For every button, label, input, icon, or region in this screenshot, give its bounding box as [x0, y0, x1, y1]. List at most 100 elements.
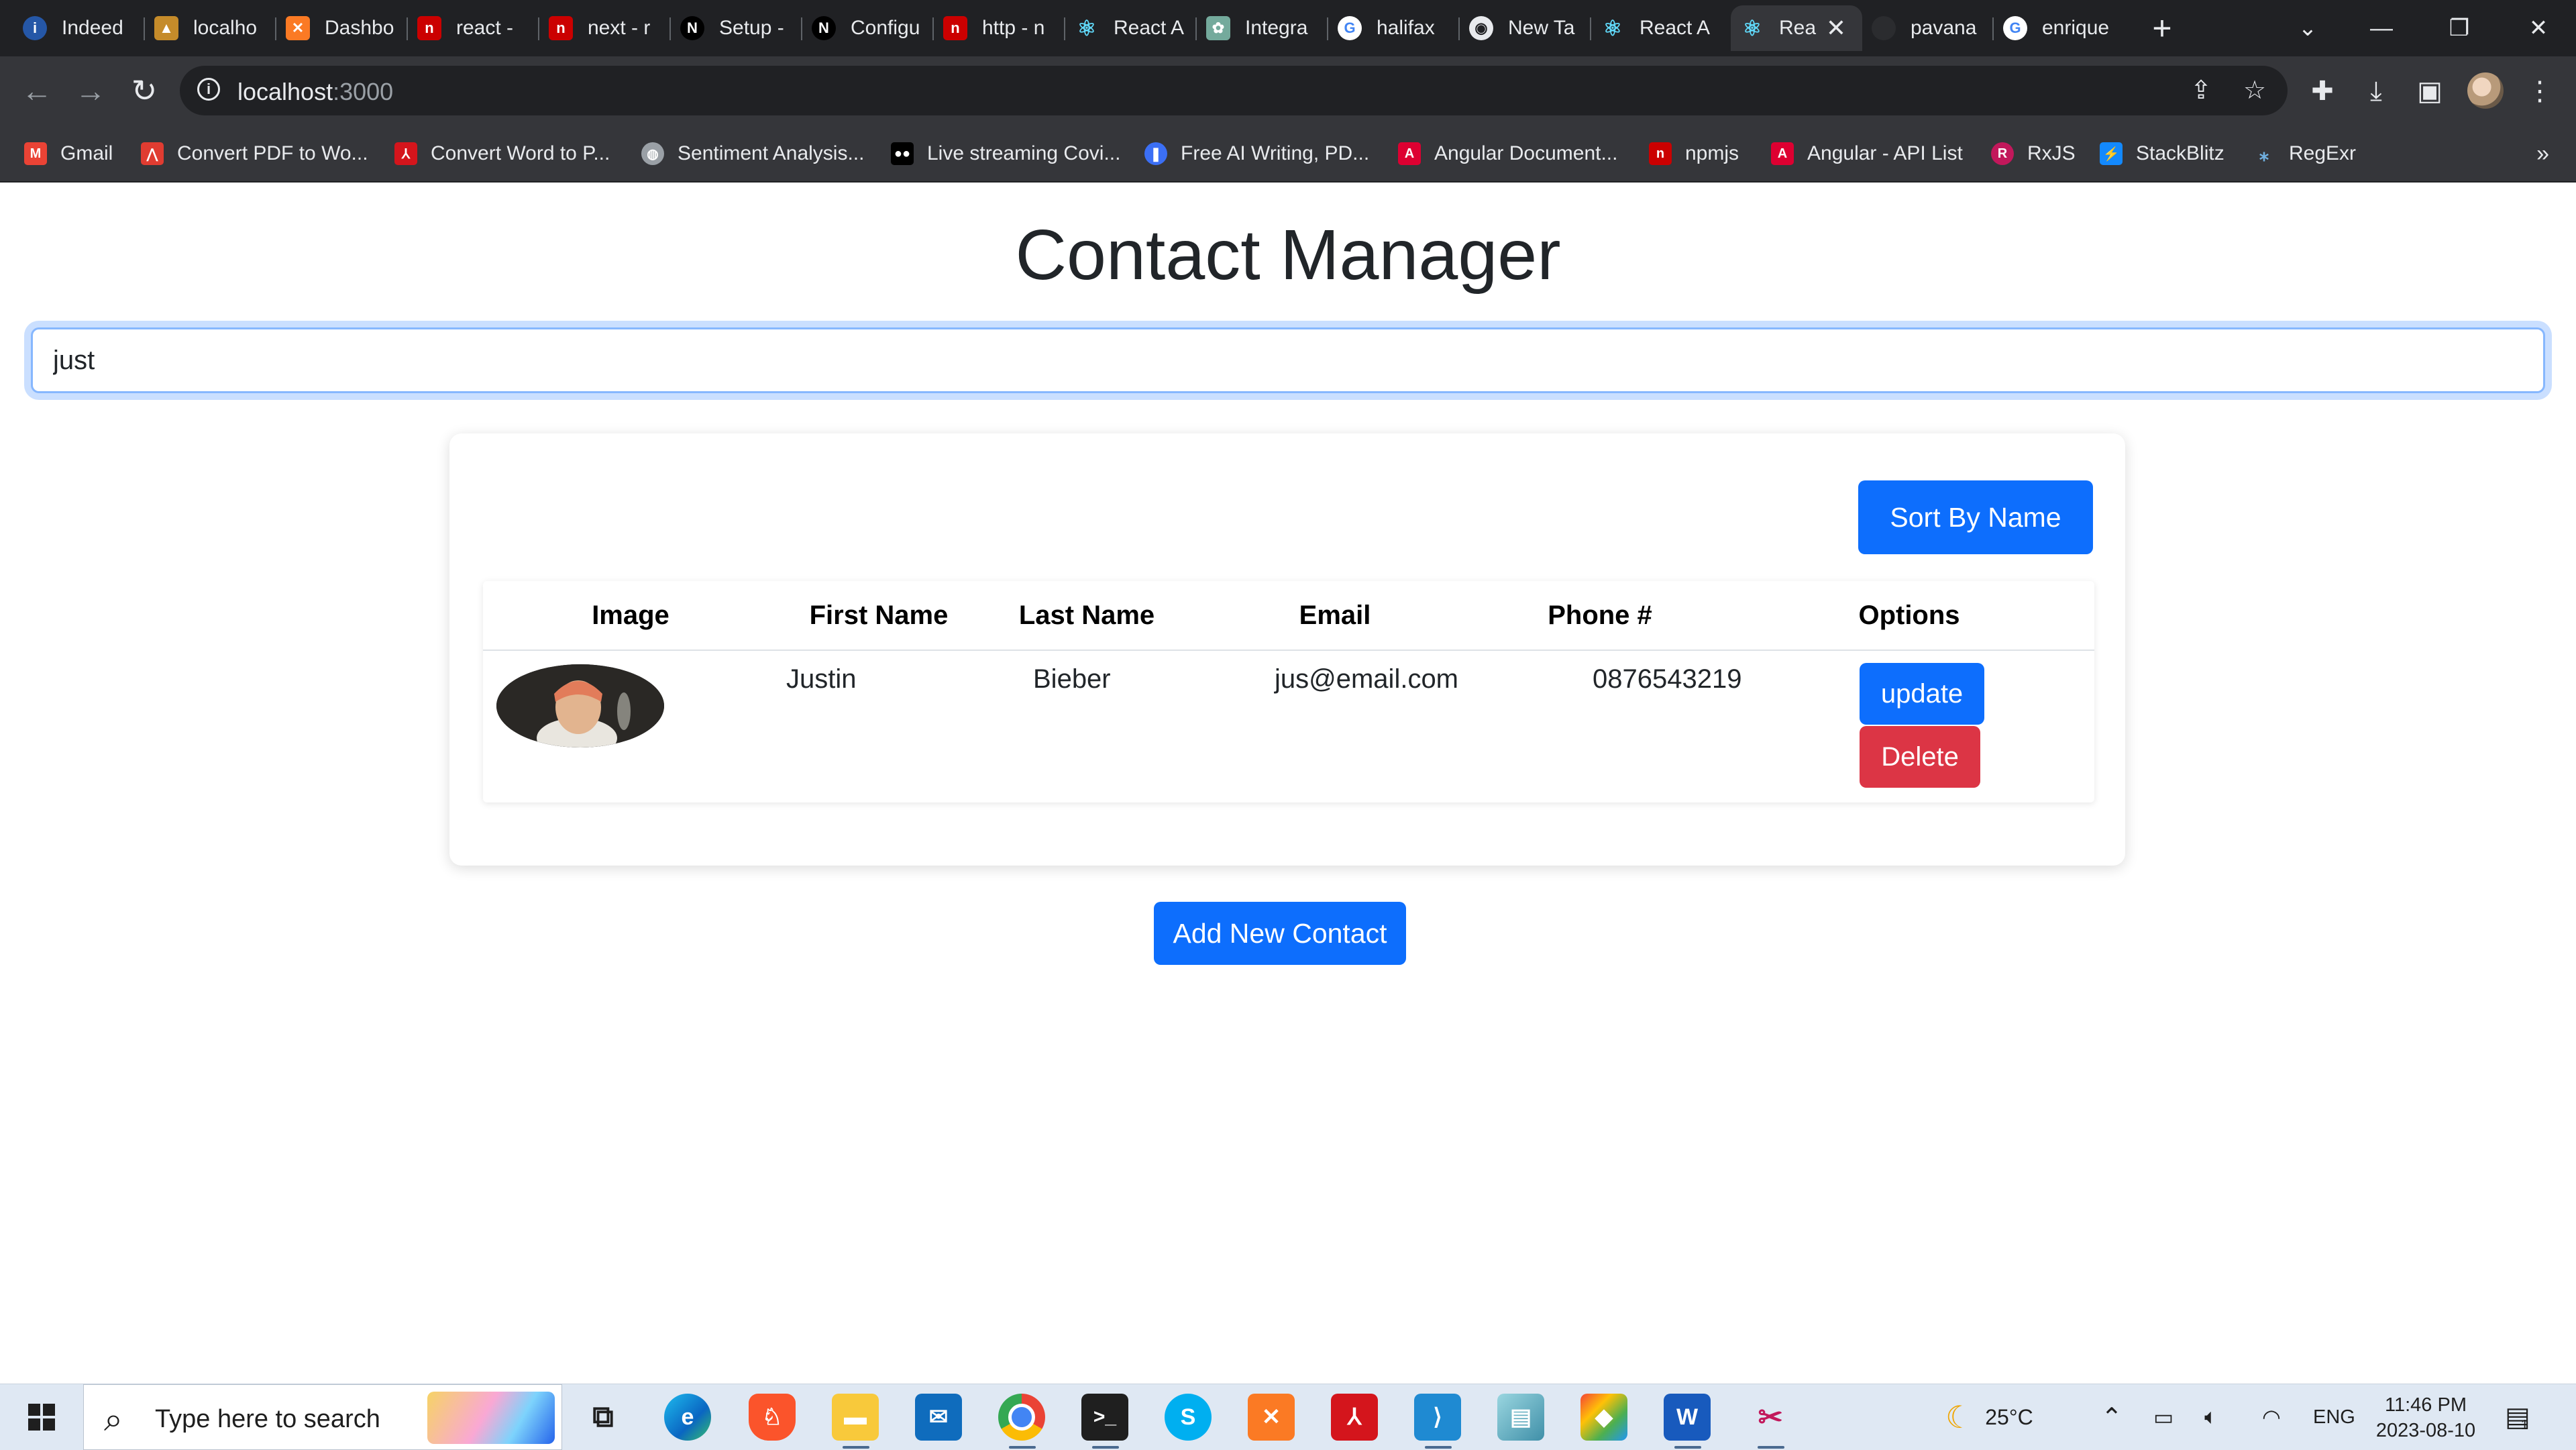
task-view-icon[interactable]: ⧉ — [580, 1394, 627, 1441]
tab-react-npm[interactable]: n react - — [408, 5, 539, 51]
bookmark-sentiment[interactable]: ◍ Sentiment Analysis... — [641, 138, 864, 169]
site-info-icon[interactable]: i — [197, 78, 220, 101]
tab-setup[interactable]: N Setup - — [671, 5, 802, 51]
bookmark-angular-api[interactable]: A Angular - API List — [1771, 138, 1963, 169]
new-tab-button[interactable]: + — [2144, 11, 2180, 47]
profile-avatar[interactable] — [2467, 72, 2504, 109]
medium-icon: ●● — [891, 142, 914, 165]
system-clock[interactable]: 11:46 PM 2023-08-10 — [2372, 1392, 2479, 1443]
address-bar[interactable]: i localhost:3000 ⇪ ☆ — [180, 66, 2288, 115]
xampp-taskbar-icon[interactable]: ✕ — [1248, 1394, 1295, 1441]
github-icon — [1872, 16, 1896, 40]
close-tab-icon[interactable]: ✕ — [1826, 14, 1846, 42]
menu-kebab-icon[interactable]: ⋮ — [2522, 74, 2557, 109]
windows-logo-icon — [28, 1404, 55, 1431]
add-new-contact-button[interactable]: Add New Contact — [1154, 902, 1406, 965]
file-explorer-icon[interactable]: ▬ — [832, 1394, 879, 1441]
tab-new-tab[interactable]: ◉ New Ta — [1460, 5, 1591, 51]
bookmark-npmjs[interactable]: n npmjs — [1649, 138, 1739, 169]
taskbar-search-box[interactable]: ⌕ Type here to search — [83, 1384, 562, 1450]
bookmark-word-to-pdf[interactable]: ⅄ Convert Word to P... — [394, 138, 610, 169]
tab-halifax[interactable]: G halifax — [1328, 5, 1460, 51]
extensions-icon[interactable]: ✚ — [2305, 74, 2340, 109]
bookmark-ai-writing[interactable]: ❚ Free AI Writing, PD... — [1144, 138, 1369, 169]
tab-indeed[interactable]: i Indeed — [13, 5, 145, 51]
edge-icon[interactable]: e — [664, 1394, 711, 1441]
bookmark-regexr[interactable]: ⁎ RegExr — [2253, 138, 2356, 169]
npm-icon: n — [1649, 142, 1672, 165]
reload-button[interactable]: ↻ — [123, 70, 165, 111]
bookmark-gmail[interactable]: M Gmail — [24, 138, 113, 169]
acrobat-icon: ⅄ — [394, 142, 417, 165]
bookmark-stackblitz[interactable]: ⚡ StackBlitz — [2100, 138, 2224, 169]
update-button[interactable]: update — [1860, 663, 1984, 725]
show-hidden-icons-chevron-icon[interactable]: ⌃ — [2101, 1384, 2123, 1450]
column-header-email: Email — [1299, 601, 1371, 630]
back-button[interactable]: ← — [16, 70, 58, 111]
more-bookmarks-icon[interactable]: » — [2536, 141, 2549, 167]
nextjs-icon: N — [680, 16, 704, 40]
mail-icon[interactable]: ✉ — [915, 1394, 962, 1441]
vscode-icon[interactable]: ⟩ — [1414, 1394, 1461, 1441]
tab-pavana[interactable]: pavana — [1862, 5, 1994, 51]
tab-dashboard[interactable]: ✕ Dashbo — [276, 5, 408, 51]
tab-search-chevron-icon[interactable]: ⌄ — [2281, 9, 2334, 47]
cell-phone: 0876543219 — [1593, 664, 1742, 694]
tab-localhost[interactable]: ▲ localho — [145, 5, 276, 51]
bookmark-live-streaming[interactable]: ●● Live streaming Covi... — [891, 138, 1120, 169]
bookmark-rxjs[interactable]: R RxJS — [1991, 138, 2076, 169]
volume-icon[interactable]: 🔈︎ — [2204, 1384, 2217, 1450]
close-window-button[interactable]: ✕ — [2512, 9, 2565, 47]
contact-avatar — [496, 664, 664, 747]
minimize-button[interactable]: — — [2355, 9, 2408, 47]
share-icon[interactable]: ⇪ — [2186, 75, 2216, 106]
tab-http-npm[interactable]: n http - n — [934, 5, 1065, 51]
bookmark-angular-docs[interactable]: A Angular Document... — [1398, 138, 1617, 169]
snipping-tool-icon[interactable]: ✂ — [1747, 1394, 1794, 1441]
windows-taskbar: ⌕ Type here to search ⧉ e ♘ ▬ ✉ >_ S ✕ ⅄… — [0, 1384, 2576, 1450]
search-highlight-art — [427, 1392, 555, 1444]
start-button[interactable] — [0, 1384, 83, 1450]
restore-button[interactable]: ❐ — [2432, 9, 2486, 47]
wifi-icon[interactable]: ◠ — [2262, 1384, 2281, 1450]
search-icon: ⌕ — [104, 1400, 123, 1438]
forward-button[interactable]: → — [70, 70, 111, 111]
acrobat-taskbar-icon[interactable]: ⅄ — [1331, 1394, 1378, 1441]
paint-icon[interactable]: ◆ — [1580, 1394, 1627, 1441]
google-icon: G — [2003, 16, 2027, 40]
clock-date: 2023-08-10 — [2375, 1420, 2476, 1441]
tab-react-app-2[interactable]: ⚛ React A — [1591, 5, 1723, 51]
column-header-last-name: Last Name — [1018, 601, 1155, 630]
side-panel-icon[interactable]: ▣ — [2412, 74, 2447, 109]
npm-icon: n — [549, 16, 573, 40]
weather-widget[interactable]: ☾ 25°C — [1945, 1384, 2033, 1450]
pdf-convert-icon: ⋀ — [141, 142, 164, 165]
delete-button[interactable]: Delete — [1860, 726, 1980, 788]
chrome-icon: ◉ — [1469, 16, 1493, 40]
battery-icon[interactable]: ▭ — [2153, 1384, 2174, 1450]
sort-by-name-button[interactable]: Sort By Name — [1858, 480, 2093, 554]
tab-configure[interactable]: N Configu — [802, 5, 934, 51]
download-icon[interactable]: ⤓ — [2359, 74, 2394, 109]
tab-strip: i Indeed ▲ localho ✕ Dashbo n react - n … — [0, 0, 2576, 56]
tab-integrate[interactable]: ✿ Integra — [1197, 5, 1328, 51]
tab-next-npm[interactable]: n next - r — [539, 5, 671, 51]
terminal-icon[interactable]: >_ — [1081, 1394, 1128, 1441]
word-icon[interactable]: W — [1664, 1394, 1711, 1441]
bookmark-star-icon[interactable]: ☆ — [2239, 75, 2270, 106]
tab-react-active[interactable]: ⚛ Rea ✕ — [1731, 5, 1862, 51]
brave-icon[interactable]: ♘ — [749, 1394, 796, 1441]
angular-icon: A — [1398, 142, 1421, 165]
contact-photo — [496, 664, 664, 747]
language-indicator[interactable]: ENG — [2313, 1384, 2355, 1450]
url-text: localhost:3000 — [237, 78, 394, 105]
search-input[interactable] — [31, 327, 2545, 393]
notepad-icon[interactable]: ▤ — [1497, 1394, 1544, 1441]
bookmark-pdf-to-word[interactable]: ⋀ Convert PDF to Wo... — [141, 138, 368, 169]
skype-icon[interactable]: S — [1165, 1394, 1212, 1441]
tab-react-app-1[interactable]: ⚛ React A — [1065, 5, 1197, 51]
tab-enrique[interactable]: G enrique — [1994, 5, 2125, 51]
chatgpt-icon: ✿ — [1206, 16, 1230, 40]
notification-center-icon[interactable]: ▤ 1 — [2505, 1384, 2530, 1450]
chrome-taskbar-icon[interactable] — [998, 1394, 1045, 1441]
